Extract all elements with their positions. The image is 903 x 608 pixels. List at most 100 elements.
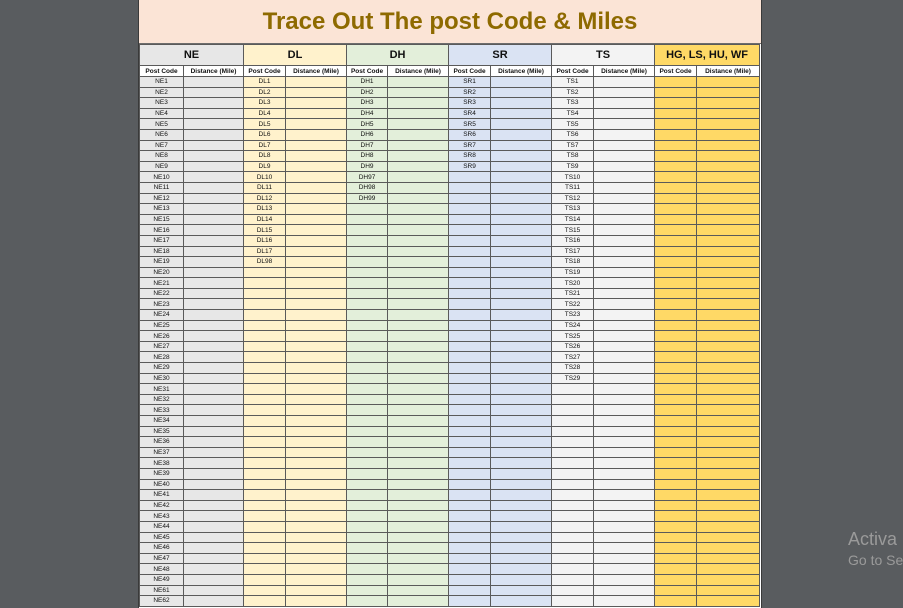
- dl-distance-cell[interactable]: [284, 213, 348, 226]
- sr-post-code-cell[interactable]: [448, 446, 492, 459]
- ne-post-code-cell[interactable]: NE25: [139, 319, 184, 332]
- ne-post-code-cell[interactable]: NE4: [139, 107, 184, 120]
- dh-post-code-cell[interactable]: [346, 573, 389, 586]
- dh-post-code-cell[interactable]: DH97: [346, 171, 389, 183]
- sr-distance-cell[interactable]: [490, 362, 553, 374]
- dh-distance-cell[interactable]: [387, 499, 450, 512]
- ne-post-code-cell[interactable]: NE45: [139, 531, 184, 544]
- dl-distance-cell[interactable]: [284, 192, 348, 205]
- ts-post-code-cell[interactable]: [551, 425, 595, 438]
- hg-distance-cell[interactable]: [696, 404, 761, 416]
- sr-post-code-cell[interactable]: [448, 467, 492, 480]
- dh-distance-cell[interactable]: [387, 520, 450, 533]
- dl-post-code-cell[interactable]: DL8: [243, 150, 286, 162]
- ne-post-code-cell[interactable]: NE20: [139, 266, 184, 279]
- sr-post-code-cell[interactable]: [448, 478, 492, 491]
- dh-distance-cell[interactable]: [387, 139, 450, 152]
- sr-post-code-cell[interactable]: [448, 330, 492, 342]
- sr-distance-cell[interactable]: [490, 383, 553, 395]
- hg-distance-cell[interactable]: [696, 340, 761, 353]
- hg-post-code-cell[interactable]: [654, 436, 698, 448]
- dl-distance-cell[interactable]: [284, 287, 348, 300]
- dh-distance-cell[interactable]: [387, 97, 450, 109]
- hg-post-code-cell[interactable]: [654, 467, 698, 480]
- ts-distance-cell[interactable]: [593, 542, 656, 554]
- sr-post-code-cell[interactable]: [448, 309, 492, 321]
- dl-post-code-cell[interactable]: DL6: [243, 128, 286, 141]
- ts-distance-cell[interactable]: [593, 171, 656, 183]
- dh-distance-cell[interactable]: [387, 256, 450, 268]
- sr-post-code-cell[interactable]: [448, 351, 492, 364]
- sr-distance-cell[interactable]: [490, 489, 553, 501]
- ne-distance-cell[interactable]: [183, 383, 244, 395]
- ts-post-code-cell[interactable]: [551, 415, 595, 427]
- ne-distance-cell[interactable]: [183, 330, 244, 342]
- sr-post-code-cell[interactable]: [448, 425, 492, 438]
- ts-distance-cell[interactable]: [593, 425, 656, 438]
- dl-distance-cell[interactable]: [284, 256, 348, 268]
- hg-post-code-cell[interactable]: [654, 499, 698, 512]
- ne-distance-cell[interactable]: [183, 319, 244, 332]
- dh-post-code-cell[interactable]: [346, 542, 389, 554]
- hg-distance-cell[interactable]: [696, 351, 761, 364]
- subheader-distance[interactable]: Distance (Mile): [490, 65, 553, 77]
- dh-post-code-cell[interactable]: [346, 457, 389, 469]
- dh-distance-cell[interactable]: [387, 563, 450, 575]
- sr-distance-cell[interactable]: [490, 256, 553, 268]
- sr-distance-cell[interactable]: [490, 552, 553, 565]
- group-header-dh[interactable]: DH: [346, 44, 450, 66]
- sr-distance-cell[interactable]: [490, 531, 553, 544]
- dh-post-code-cell[interactable]: [346, 203, 389, 215]
- sr-post-code-cell[interactable]: [448, 340, 492, 353]
- ne-post-code-cell[interactable]: NE2: [139, 86, 184, 99]
- hg-post-code-cell[interactable]: [654, 330, 698, 342]
- ne-distance-cell[interactable]: [183, 425, 244, 438]
- dh-post-code-cell[interactable]: [346, 245, 389, 258]
- ts-post-code-cell[interactable]: TS20: [551, 277, 595, 289]
- ts-post-code-cell[interactable]: TS17: [551, 245, 595, 258]
- hg-post-code-cell[interactable]: [654, 203, 698, 215]
- ts-post-code-cell[interactable]: [551, 595, 595, 607]
- hg-distance-cell[interactable]: [696, 330, 761, 342]
- dl-post-code-cell[interactable]: [243, 425, 286, 438]
- hg-post-code-cell[interactable]: [654, 319, 698, 332]
- ts-distance-cell[interactable]: [593, 340, 656, 353]
- ts-post-code-cell[interactable]: TS15: [551, 224, 595, 236]
- ne-distance-cell[interactable]: [183, 150, 244, 162]
- group-header-ne[interactable]: NE: [139, 44, 244, 66]
- ne-distance-cell[interactable]: [183, 531, 244, 544]
- dl-post-code-cell[interactable]: DL17: [243, 245, 286, 258]
- hg-distance-cell[interactable]: [696, 573, 761, 586]
- ne-post-code-cell[interactable]: NE48: [139, 563, 184, 575]
- hg-distance-cell[interactable]: [696, 552, 761, 565]
- ts-distance-cell[interactable]: [593, 330, 656, 342]
- ne-post-code-cell[interactable]: NE31: [139, 383, 184, 395]
- dh-post-code-cell[interactable]: [346, 362, 389, 374]
- ts-distance-cell[interactable]: [593, 383, 656, 395]
- ne-post-code-cell[interactable]: NE49: [139, 573, 184, 586]
- dh-distance-cell[interactable]: [387, 160, 450, 173]
- dh-distance-cell[interactable]: [387, 234, 450, 247]
- ne-distance-cell[interactable]: [183, 457, 244, 469]
- sr-post-code-cell[interactable]: [448, 531, 492, 544]
- sr-post-code-cell[interactable]: [448, 277, 492, 289]
- ts-post-code-cell[interactable]: TS24: [551, 319, 595, 332]
- dh-distance-cell[interactable]: [387, 425, 450, 438]
- hg-post-code-cell[interactable]: [654, 563, 698, 575]
- hg-distance-cell[interactable]: [696, 319, 761, 332]
- dh-distance-cell[interactable]: [387, 351, 450, 364]
- dh-post-code-cell[interactable]: DH1: [346, 76, 389, 88]
- dl-distance-cell[interactable]: [284, 510, 348, 522]
- ne-distance-cell[interactable]: [183, 340, 244, 353]
- dh-distance-cell[interactable]: [387, 584, 450, 597]
- sr-post-code-cell[interactable]: [448, 404, 492, 416]
- dl-distance-cell[interactable]: [284, 595, 348, 607]
- dh-distance-cell[interactable]: [387, 393, 450, 406]
- ne-distance-cell[interactable]: [183, 446, 244, 459]
- dl-distance-cell[interactable]: [284, 330, 348, 342]
- hg-post-code-cell[interactable]: [654, 128, 698, 141]
- ne-distance-cell[interactable]: [183, 415, 244, 427]
- ne-post-code-cell[interactable]: NE19: [139, 256, 184, 268]
- sr-distance-cell[interactable]: [490, 224, 553, 236]
- dh-distance-cell[interactable]: [387, 489, 450, 501]
